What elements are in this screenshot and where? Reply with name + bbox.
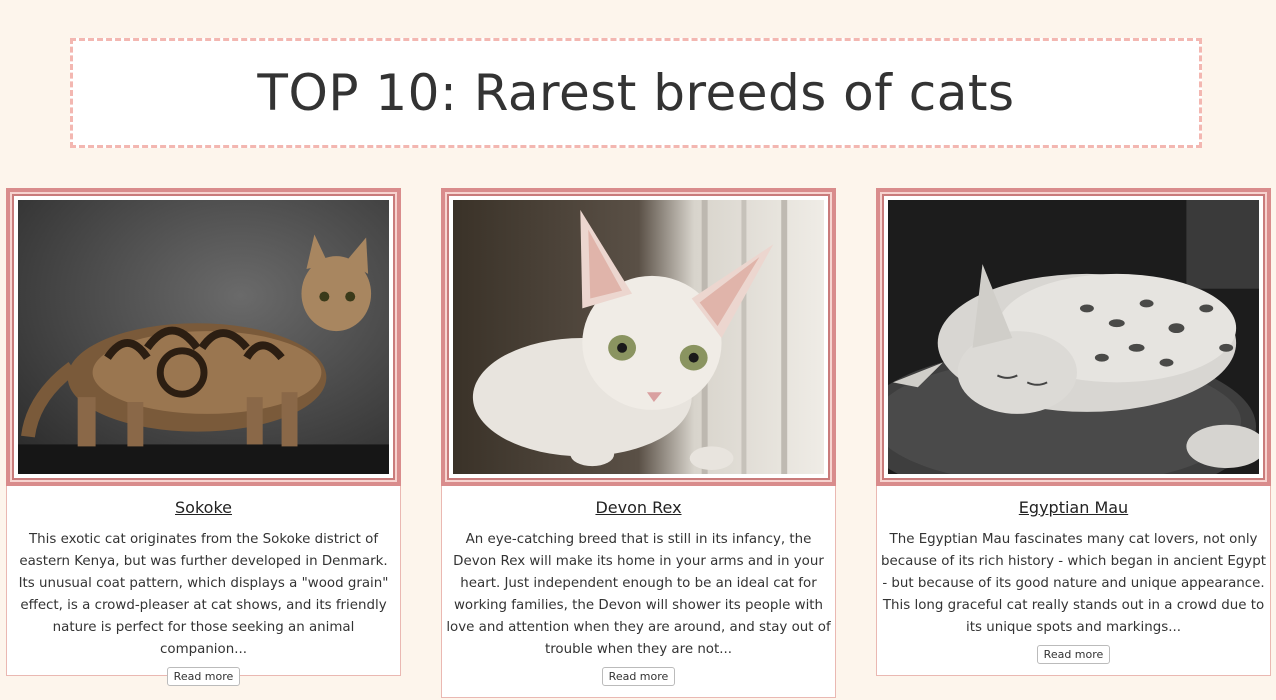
read-more-button[interactable]: Read more [1036,645,1111,664]
card-body: Devon Rex An eye-catching breed that is … [441,486,836,698]
card-body: Egyptian Mau The Egyptian Mau fascinates… [876,486,1271,676]
breed-name-link[interactable]: Sokoke [175,498,232,517]
sokoke-cat-photo [18,200,389,474]
read-more-button[interactable]: Read more [601,667,676,686]
breed-description: The Egyptian Mau fascinates many cat lov… [881,532,1266,635]
breed-name-link[interactable]: Devon Rex [595,498,681,517]
devon-rex-cat-photo [453,200,824,474]
page-title: TOP 10: Rarest breeds of cats [257,64,1015,122]
read-more-button[interactable]: Read more [166,667,241,686]
photo-frame [6,188,401,486]
breed-card-sokoke: Sokoke This exotic cat originates from t… [6,188,401,686]
photo-frame [876,188,1271,486]
breed-description: An eye-catching breed that is still in i… [446,532,831,657]
breed-card-egyptian-mau: Egyptian Mau The Egyptian Mau fascinates… [876,188,1271,676]
card-body: Sokoke This exotic cat originates from t… [6,486,401,686]
breed-card-devon-rex: Devon Rex An eye-catching breed that is … [441,188,836,698]
photo-frame [441,188,836,486]
breed-description: This exotic cat originates from the Soko… [18,532,389,657]
breed-name-link[interactable]: Egyptian Mau [1019,498,1128,517]
page: TOP 10: Rarest breeds of cats Sokoke Thi… [0,0,1276,700]
title-banner: TOP 10: Rarest breeds of cats [70,38,1202,148]
egyptian-mau-cat-photo [888,200,1259,474]
